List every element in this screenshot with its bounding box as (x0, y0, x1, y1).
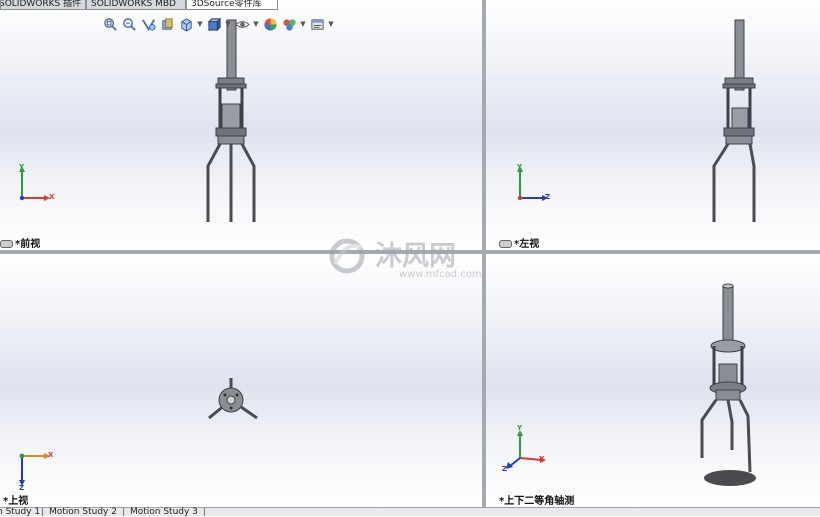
view-orientation-icon[interactable] (178, 16, 194, 32)
part-model-left (712, 19, 756, 222)
viewport-label-isometric: *上下二等角轴测 (499, 496, 575, 507)
triad-x-label: X (48, 451, 54, 459)
triad-x-label: X (49, 193, 55, 201)
camera-icon (0, 240, 13, 248)
heads-up-view-toolbar: ▼ ▼ ▼ ▼ ▼ (102, 14, 334, 34)
zoom-to-fit-icon[interactable] (102, 16, 118, 32)
part-model-isometric (700, 283, 756, 486)
chevron-down-icon[interactable]: ▼ (197, 20, 203, 28)
view-settings-icon[interactable] (309, 16, 325, 32)
tab-solidworks-mbd[interactable]: SOLIDWORKS MBD (86, 0, 186, 10)
chevron-down-icon[interactable]: ▼ (225, 20, 231, 28)
zoom-to-area-icon[interactable] (121, 16, 137, 32)
triad-z-label: Z (545, 193, 551, 201)
triad-y-label: Y (517, 163, 523, 171)
triad-x-label: X (539, 455, 545, 463)
viewport-label-left: *左视 (499, 235, 539, 250)
viewport-label-front: *前视 (0, 235, 40, 250)
viewport-front[interactable]: Y X *前视 (0, 0, 482, 250)
viewport-isometric[interactable]: Y X Z *上下二等角轴测 (486, 254, 820, 507)
triad-y-label: Y (517, 424, 523, 432)
section-view-icon[interactable] (159, 16, 175, 32)
display-style-icon[interactable] (206, 16, 222, 32)
tab-motion-study-2[interactable]: Motion Study 2 (43, 508, 124, 517)
watermark-url: www.mfcad.com (399, 269, 482, 280)
edit-appearance-icon[interactable] (262, 16, 278, 32)
viewport-top[interactable]: X Z *上视 (0, 254, 482, 507)
triad-z-label: Z (502, 465, 508, 473)
viewport-label-top: *上视 (3, 496, 29, 507)
watermark-brand: 沐风网 (375, 241, 456, 272)
viewport-left[interactable]: Y Z *左视 (486, 0, 820, 250)
apply-scene-icon[interactable] (281, 16, 297, 32)
previous-view-icon[interactable] (140, 16, 156, 32)
hide-show-items-icon[interactable] (234, 16, 250, 32)
camera-icon (499, 240, 512, 248)
top-tab-bar: SOLIDWORKS 插件 SOLIDWORKS MBD 3DSource零件库 (0, 0, 278, 10)
triad-z-label: Z (19, 484, 25, 492)
triad-y-label: Y (19, 163, 25, 171)
chevron-down-icon[interactable]: ▼ (253, 20, 259, 28)
chevron-down-icon[interactable]: ▼ (300, 20, 306, 28)
tab-motion-study-3[interactable]: Motion Study 3 (124, 508, 205, 517)
tab-3dsource-library[interactable]: 3DSource零件库 (186, 0, 278, 10)
tab-motion-study-1[interactable]: n Study 1 (0, 508, 43, 517)
part-model-front (206, 19, 256, 222)
bottom-tab-bar: n Study 1 Motion Study 2 Motion Study 3 (0, 507, 820, 517)
axis-triad-isometric (506, 430, 546, 469)
watermark-logo: 沐风网 www.mfcad.com (329, 238, 482, 280)
tab-solidworks-addins[interactable]: SOLIDWORKS 插件 (0, 0, 86, 10)
chevron-down-icon[interactable]: ▼ (328, 20, 334, 28)
part-model-top (208, 378, 258, 420)
